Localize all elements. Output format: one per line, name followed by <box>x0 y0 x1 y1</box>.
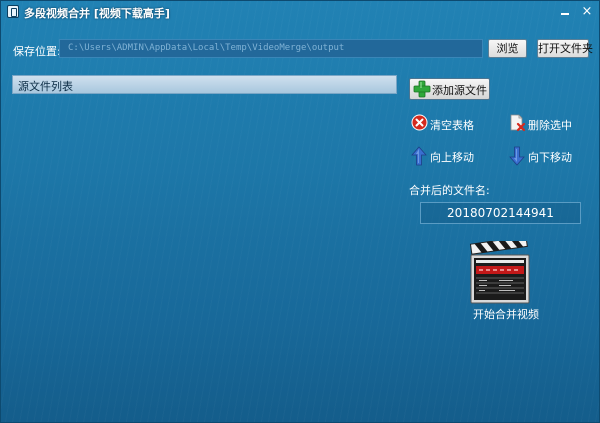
app-icon <box>7 5 19 18</box>
minimize-button[interactable] <box>555 3 575 20</box>
file-list-header[interactable]: 源文件列表 <box>12 75 397 94</box>
title-bar: 多段视频合并 [视频下载高手] × <box>1 1 599 23</box>
move-up-label: 向上移动 <box>430 151 474 164</box>
save-path-input[interactable]: C:\Users\ADMIN\AppData\Local\Temp\VideoM… <box>59 39 483 58</box>
clear-icon <box>411 114 428 131</box>
file-list-header-label: 源文件列表 <box>18 80 73 93</box>
add-source-file-label: 添加源文件 <box>432 84 487 97</box>
file-list[interactable] <box>12 94 397 412</box>
save-location-label: 保存位置: <box>13 45 61 58</box>
delete-selected-label: 删除选中 <box>528 119 572 132</box>
window-title: 多段视频合并 [视频下载高手] <box>24 7 170 20</box>
close-button[interactable]: × <box>577 3 597 20</box>
delete-selected-button[interactable]: 删除选中 <box>509 114 581 134</box>
move-down-button[interactable]: 向下移动 <box>509 146 581 166</box>
browse-button[interactable]: 浏览 <box>488 39 527 58</box>
start-merge-label: 开始合并视频 <box>473 308 539 321</box>
clear-table-label: 清空表格 <box>430 119 474 132</box>
merged-filename-input[interactable]: 20180702144941 <box>420 202 581 224</box>
move-down-label: 向下移动 <box>528 151 572 164</box>
merged-filename-label: 合并后的文件名: <box>409 184 490 197</box>
add-source-file-button[interactable]: 添加源文件 <box>409 78 490 100</box>
delete-icon <box>510 114 526 132</box>
arrow-up-icon <box>411 146 427 166</box>
clapperboard-icon[interactable] <box>469 241 531 305</box>
main-window: 多段视频合并 [视频下载高手] × 保存位置: C:\Users\ADMIN\A… <box>0 0 600 423</box>
arrow-down-icon <box>509 146 525 166</box>
plus-icon <box>413 80 431 98</box>
clear-table-button[interactable]: 清空表格 <box>411 114 483 134</box>
move-up-button[interactable]: 向上移动 <box>411 146 483 166</box>
open-folder-button[interactable]: 打开文件夹 <box>537 39 593 58</box>
